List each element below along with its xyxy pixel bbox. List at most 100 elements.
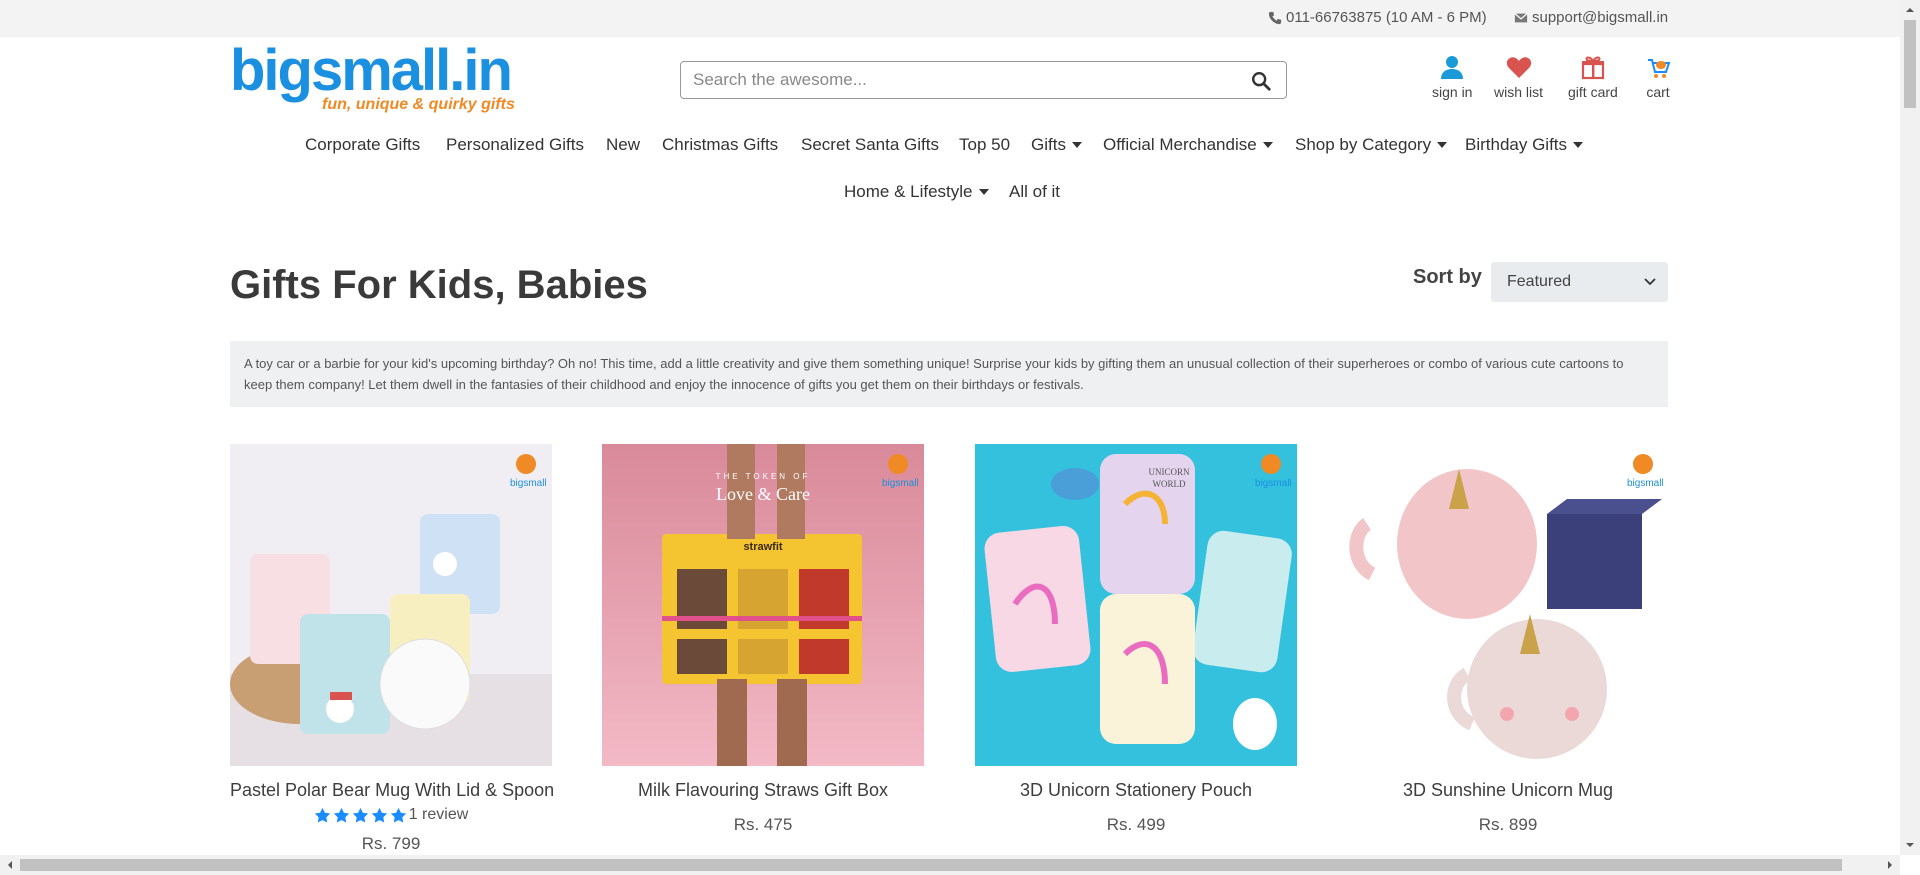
gift-card-label: gift card bbox=[1568, 84, 1618, 100]
product-name[interactable]: 3D Unicorn Stationery Pouch bbox=[975, 780, 1297, 801]
nav-label: Top 50 bbox=[959, 135, 1011, 154]
phone-text: 011-66763875 (10 AM - 6 PM) bbox=[1286, 9, 1487, 26]
nav-label: Birthday Gifts bbox=[1465, 135, 1568, 154]
svg-text:bigsmall: bigsmall bbox=[1255, 478, 1291, 489]
main-nav: Corporate Gifts Personalized Gifts New C… bbox=[0, 128, 1900, 164]
product-image-unicorn-mug[interactable]: bigsmall bbox=[1347, 444, 1669, 766]
search-icon[interactable] bbox=[1250, 70, 1272, 92]
vertical-scrollbar[interactable] bbox=[1900, 0, 1920, 855]
nav-label: Home & Lifestyle bbox=[844, 182, 973, 201]
scroll-right-arrow-icon[interactable] bbox=[1885, 860, 1895, 870]
phone-icon bbox=[1268, 11, 1282, 24]
star-icon bbox=[333, 807, 349, 823]
caret-down-icon bbox=[1262, 142, 1273, 148]
nav-label: Secret Santa Gifts bbox=[801, 135, 939, 154]
scroll-up-arrow-icon[interactable] bbox=[1905, 5, 1915, 15]
svg-text:bigsmall: bigsmall bbox=[510, 478, 546, 489]
image-caption-top: THE TOKEN OF bbox=[715, 472, 811, 481]
nav-gifts[interactable]: Gifts bbox=[1031, 135, 1082, 155]
product-name[interactable]: Milk Flavouring Straws Gift Box bbox=[602, 780, 924, 801]
nav-label: Official Merchandise bbox=[1103, 135, 1257, 154]
star-icon bbox=[390, 807, 406, 823]
search-input[interactable] bbox=[693, 68, 1233, 92]
nav-secret-santa-gifts[interactable]: Secret Santa Gifts bbox=[801, 135, 939, 155]
scroll-down-arrow-icon[interactable] bbox=[1905, 840, 1915, 850]
product-card[interactable]: bigsmall Pastel Polar Bear Mug With Lid … bbox=[230, 444, 554, 854]
wish-list-link[interactable]: wish list bbox=[1494, 54, 1543, 100]
search-bar bbox=[680, 61, 1287, 99]
product-card[interactable]: UNICORN WORLD bigsmall 3D Unicorn Statio… bbox=[975, 444, 1297, 835]
bigsmall-badge-icon: bigsmall bbox=[510, 454, 546, 489]
user-icon bbox=[1441, 56, 1464, 79]
gift-card-link[interactable]: gift card bbox=[1568, 54, 1618, 100]
cart-link[interactable]: cart bbox=[1645, 54, 1671, 100]
phone-contact[interactable]: 011-66763875 (10 AM - 6 PM) bbox=[1268, 9, 1487, 26]
horizontal-scroll-thumb[interactable] bbox=[20, 859, 1842, 871]
nav-label: New bbox=[606, 135, 641, 154]
caret-down-icon bbox=[1071, 142, 1082, 148]
svg-text:bigsmall: bigsmall bbox=[882, 478, 918, 489]
polar-bear-mug-illustration bbox=[230, 444, 552, 766]
product-image-straws-gift-box[interactable]: THE TOKEN OF Love & Care strawfit bigsma… bbox=[602, 444, 924, 766]
image-brand: strawfit bbox=[743, 541, 783, 553]
unicorn-pouch-illustration bbox=[975, 444, 1297, 766]
top-utility-bar: 011-66763875 (10 AM - 6 PM) support@bigs… bbox=[0, 0, 1900, 37]
site-logo[interactable]: bigsmall.in fun, unique & quirky gifts bbox=[230, 40, 530, 120]
gift-icon bbox=[1581, 56, 1605, 80]
cart-label: cart bbox=[1646, 84, 1670, 100]
review-count[interactable]: 1 review bbox=[409, 806, 469, 824]
nav-birthday-gifts[interactable]: Birthday Gifts bbox=[1465, 135, 1584, 155]
image-caption-main: Love & Care bbox=[716, 484, 810, 504]
product-rating: 1 review bbox=[230, 806, 552, 824]
bigsmall-badge-icon: bigsmall bbox=[1255, 454, 1291, 489]
svg-text:bigsmall: bigsmall bbox=[1627, 478, 1663, 489]
scroll-left-arrow-icon[interactable] bbox=[5, 860, 15, 870]
star-icon bbox=[314, 807, 330, 823]
nav-corporate-gifts[interactable]: Corporate Gifts bbox=[305, 135, 420, 155]
product-price: Rs. 499 bbox=[1106, 815, 1166, 834]
nav-label: All of it bbox=[1009, 182, 1061, 201]
email-text: support@bigsmall.in bbox=[1532, 9, 1669, 26]
nav-label: Personalized Gifts bbox=[446, 135, 584, 154]
category-description: A toy car or a barbie for your kid's upc… bbox=[230, 341, 1668, 407]
page-title: Gifts For Kids, Babies bbox=[230, 263, 648, 307]
nav-top-50[interactable]: Top 50 bbox=[959, 135, 1010, 155]
product-price: Rs. 899 bbox=[1478, 815, 1538, 834]
nav-new[interactable]: New bbox=[606, 135, 640, 155]
sign-in-label: sign in bbox=[1432, 84, 1473, 100]
vertical-scroll-thumb[interactable] bbox=[1904, 20, 1916, 108]
product-card[interactable]: bigsmall 3D Sunshine Unicorn Mug Rs. 899 bbox=[1347, 444, 1669, 835]
product-price: Rs. 799 bbox=[361, 834, 421, 853]
star-icon bbox=[371, 807, 387, 823]
product-name[interactable]: 3D Sunshine Unicorn Mug bbox=[1347, 780, 1669, 801]
nav-official-merchandise[interactable]: Official Merchandise bbox=[1103, 135, 1273, 155]
sort-value: Featured bbox=[1507, 273, 1572, 290]
product-card[interactable]: THE TOKEN OF Love & Care strawfit bigsma… bbox=[602, 444, 924, 835]
nav-home-lifestyle[interactable]: Home & Lifestyle bbox=[844, 182, 989, 202]
sort-label: Sort by bbox=[1413, 266, 1482, 288]
star-icon bbox=[352, 807, 368, 823]
nav-shop-by-category[interactable]: Shop by Category bbox=[1295, 135, 1448, 155]
logo-tagline: fun, unique & quirky gifts bbox=[322, 96, 515, 113]
caret-down-icon bbox=[978, 189, 989, 195]
product-image-polar-bear-mugs[interactable]: bigsmall bbox=[230, 444, 552, 766]
pouch-label: UNICORN WORLD bbox=[1148, 467, 1190, 489]
product-name[interactable]: Pastel Polar Bear Mug With Lid & Spoon bbox=[230, 780, 554, 801]
nav-christmas-gifts[interactable]: Christmas Gifts bbox=[662, 135, 778, 155]
unicorn-mug-illustration bbox=[1347, 444, 1669, 766]
main-nav-row-2: Home & Lifestyle All of it bbox=[0, 175, 1900, 211]
logo-wordmark: bigsmall.in bbox=[230, 38, 513, 103]
sign-in-link[interactable]: sign in bbox=[1432, 54, 1472, 100]
caret-down-icon bbox=[1573, 142, 1584, 148]
horizontal-scrollbar[interactable] bbox=[0, 855, 1900, 875]
nav-label: Christmas Gifts bbox=[662, 135, 779, 154]
sort-dropdown[interactable]: Featured bbox=[1491, 262, 1668, 302]
email-contact[interactable]: support@bigsmall.in bbox=[1514, 9, 1668, 26]
nav-all-of-it[interactable]: All of it bbox=[1009, 182, 1060, 202]
product-image-unicorn-pouch[interactable]: UNICORN WORLD bigsmall bbox=[975, 444, 1297, 766]
caret-down-icon bbox=[1437, 142, 1448, 148]
envelope-icon bbox=[1514, 12, 1528, 22]
nav-label: Shop by Category bbox=[1295, 135, 1432, 154]
nav-label: Gifts bbox=[1031, 135, 1066, 154]
nav-personalized-gifts[interactable]: Personalized Gifts bbox=[446, 135, 584, 155]
